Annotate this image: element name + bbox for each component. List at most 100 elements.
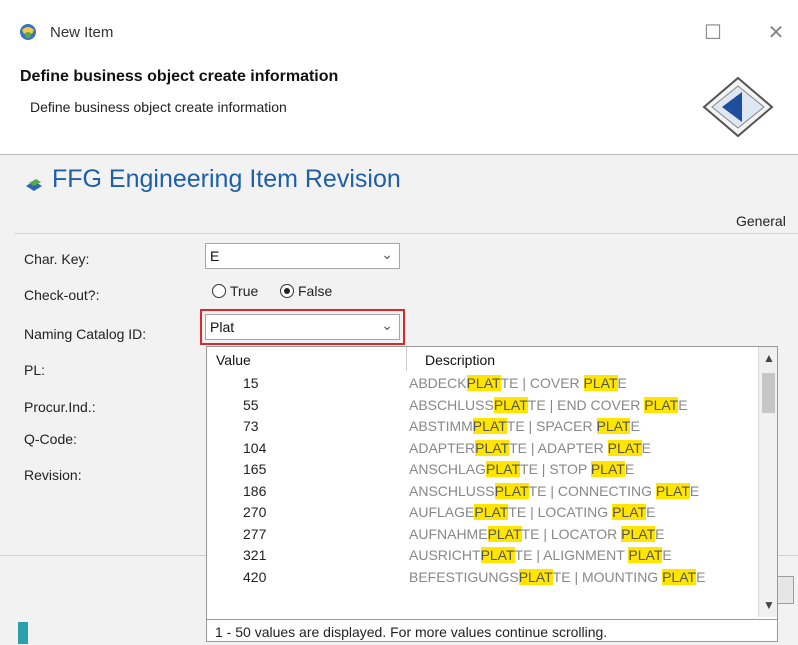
list-item[interactable]: 277 AUFNAHMEPLATTE | LOCATOR PLATE bbox=[207, 524, 758, 546]
description-text: AUSRICHT bbox=[409, 547, 481, 563]
item-value: 321 bbox=[243, 547, 267, 563]
list-item[interactable]: 165 ANSCHLAGPLATTE | STOP PLATE bbox=[207, 459, 758, 481]
maximize-icon[interactable]: ☐ bbox=[701, 20, 725, 45]
description-text: E bbox=[689, 482, 700, 499]
focus-highlight-box bbox=[200, 309, 405, 345]
description-text: ABDECK bbox=[409, 375, 467, 391]
description-text: TE | ADAPTER bbox=[509, 439, 608, 456]
item-description: ABSCHLUSSPLATTE | END COVER PLATE bbox=[409, 396, 688, 413]
char-key-label: Char. Key: bbox=[24, 251, 90, 267]
object-type-title: FFG Engineering Item Revision bbox=[52, 165, 401, 193]
item-description: ANSCHLUSSPLATTE | CONNECTING PLATE bbox=[409, 482, 700, 499]
header-subtitle: Define business object create informatio… bbox=[30, 99, 287, 115]
description-text: ANSCHLUSS bbox=[409, 482, 495, 499]
match-highlight: PLAT bbox=[474, 504, 509, 520]
item-value: 55 bbox=[243, 396, 259, 413]
list-item[interactable]: 420 BEFESTIGUNGSPLATTE | MOUNTING PLATE bbox=[207, 567, 758, 589]
match-highlight: PLAT bbox=[644, 396, 679, 413]
checkout-false-radio[interactable]: False bbox=[280, 283, 332, 299]
item-value: 277 bbox=[243, 525, 267, 542]
wizard-header: Define business object create informatio… bbox=[0, 62, 798, 155]
description-text: E bbox=[646, 504, 656, 520]
description-text: ABSCHLUSS bbox=[409, 396, 494, 413]
item-description: ABSTIMMPLATTE | SPACER PLATE bbox=[409, 418, 640, 434]
checkout-true-label: True bbox=[230, 283, 259, 299]
radio-icon bbox=[212, 284, 226, 298]
list-item[interactable]: 321 AUSRICHTPLATTE | ALIGNMENT PLATE bbox=[207, 545, 758, 567]
column-separator bbox=[406, 347, 407, 371]
match-highlight: PLAT bbox=[518, 568, 553, 585]
close-icon[interactable]: ✕ bbox=[764, 20, 788, 45]
match-highlight: PLAT bbox=[590, 461, 625, 477]
item-value: 186 bbox=[243, 482, 267, 499]
dropdown-scrollbar[interactable]: ▲ ▼ bbox=[758, 347, 777, 617]
item-description: ADAPTERPLATTE | ADAPTER PLATE bbox=[409, 439, 651, 456]
revision-label: Revision: bbox=[24, 467, 82, 483]
description-text: TE | CONNECTING bbox=[528, 482, 656, 499]
description-text: TE | MOUNTING bbox=[552, 568, 663, 585]
item-description: AUFNAHMEPLATTE | LOCATOR PLATE bbox=[409, 525, 665, 542]
description-text: TE | STOP bbox=[520, 461, 591, 477]
item-description: AUFLAGEPLATTE | LOCATING PLATE bbox=[409, 504, 655, 520]
tab-general[interactable]: General bbox=[736, 213, 786, 229]
match-highlight: PLAT bbox=[662, 568, 697, 585]
match-highlight: PLAT bbox=[607, 439, 642, 456]
checkout-false-label: False bbox=[298, 283, 333, 299]
checkout-true-radio[interactable]: True bbox=[212, 283, 258, 299]
item-value: 15 bbox=[243, 375, 259, 391]
description-text: E bbox=[678, 396, 688, 413]
dropdown-list: 15 ABDECKPLATTE | COVER PLATE 55 ABSCHLUSSP… bbox=[207, 373, 758, 588]
item-value: 165 bbox=[243, 461, 267, 477]
scroll-up-icon[interactable]: ▲ bbox=[763, 351, 775, 365]
description-text: ABSTIMM bbox=[409, 418, 473, 434]
header-title: Define business object create informatio… bbox=[20, 68, 339, 85]
list-item[interactable]: 186 ANSCHLUSSPLATTE | CONNECTING PLATE bbox=[207, 481, 758, 503]
match-highlight: PLAT bbox=[628, 547, 663, 563]
match-highlight: PLAT bbox=[472, 418, 507, 434]
diamond-logo-icon bbox=[702, 76, 774, 138]
chevron-down-icon: ⌄ bbox=[381, 246, 393, 262]
match-highlight: PLAT bbox=[480, 547, 515, 563]
description-text: E bbox=[617, 375, 627, 391]
window-titlebar: New Item ☐ ✕ bbox=[0, 0, 798, 62]
scroll-down-icon[interactable]: ▼ bbox=[763, 598, 775, 612]
char-key-value: E bbox=[210, 248, 220, 264]
description-text: E bbox=[655, 525, 665, 542]
match-highlight: PLAT bbox=[466, 375, 501, 391]
description-text: E bbox=[696, 568, 706, 585]
description-text: E bbox=[641, 439, 651, 456]
description-text: TE | END COVER bbox=[527, 396, 645, 413]
match-highlight: PLAT bbox=[494, 482, 529, 499]
list-item[interactable]: 104 ADAPTERPLATTE | ADAPTER PLATE bbox=[207, 438, 758, 460]
scroll-thumb[interactable] bbox=[762, 373, 775, 413]
description-text: AUFNAHME bbox=[409, 525, 488, 542]
checkout-label: Check-out?: bbox=[24, 287, 100, 303]
dropdown-footer: 1 - 50 values are displayed. For more va… bbox=[207, 619, 777, 641]
qcode-label: Q-Code: bbox=[24, 431, 77, 447]
description-text: E bbox=[624, 461, 635, 477]
match-highlight: PLAT bbox=[493, 396, 528, 413]
item-description: ABDECKPLATTE | COVER PLATE bbox=[409, 375, 627, 391]
pl-label: PL: bbox=[24, 362, 46, 378]
match-highlight: PLAT bbox=[487, 525, 522, 542]
match-highlight: PLAT bbox=[475, 439, 510, 456]
description-text: ANSCHLAG bbox=[409, 461, 487, 477]
dropdown-header: Value Description bbox=[207, 347, 758, 371]
match-highlight: PLAT bbox=[583, 375, 618, 391]
list-item[interactable]: 73 ABSTIMMPLATTE | SPACER PLATE bbox=[207, 416, 758, 438]
procur-label: Procur.Ind.: bbox=[24, 399, 96, 415]
description-text: E bbox=[662, 547, 672, 563]
item-value: 270 bbox=[243, 504, 267, 520]
window-title: New Item bbox=[50, 24, 114, 41]
list-item[interactable]: 15 ABDECKPLATTE | COVER PLATE bbox=[207, 373, 758, 395]
description-text: TE | LOCATOR bbox=[521, 525, 622, 542]
left-accent-bar bbox=[18, 622, 28, 644]
column-header-value: Value bbox=[216, 352, 251, 368]
dropdown-footer-text: 1 - 50 values are displayed. For more va… bbox=[215, 624, 608, 640]
item-description: ANSCHLAGPLATTE | STOP PLATE bbox=[409, 461, 634, 477]
item-revision-icon bbox=[26, 179, 42, 191]
char-key-select[interactable]: E ⌄ bbox=[205, 243, 400, 269]
list-item[interactable]: 55 ABSCHLUSSPLATTE | END COVER PLATE bbox=[207, 395, 758, 417]
list-item[interactable]: 270 AUFLAGEPLATTE | LOCATING PLATE bbox=[207, 502, 758, 524]
description-text: TE | ALIGNMENT bbox=[514, 547, 629, 563]
